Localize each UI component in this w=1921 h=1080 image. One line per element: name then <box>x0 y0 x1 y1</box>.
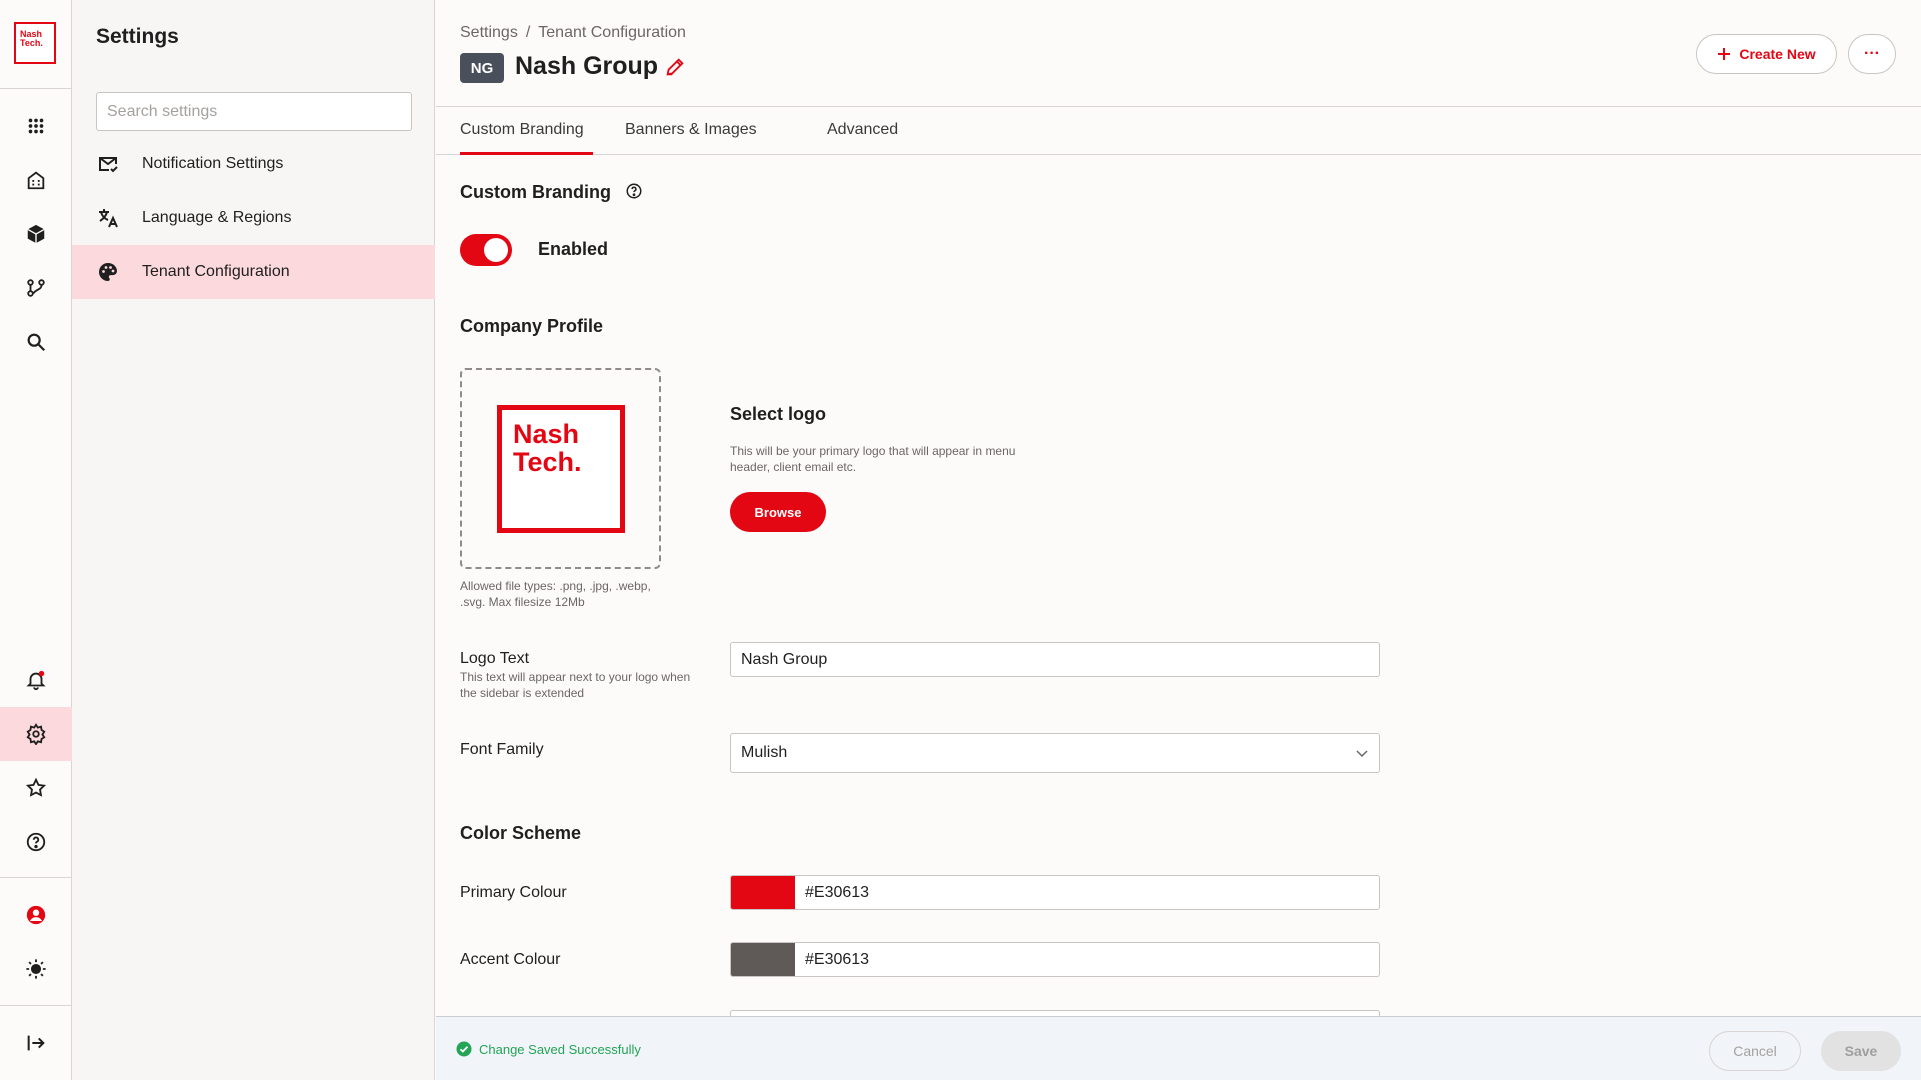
tenant-badge: NG <box>460 53 504 83</box>
building-icon <box>27 171 45 190</box>
icon-rail: Nash Tech. <box>0 0 72 1080</box>
sun-icon <box>26 959 46 979</box>
font-family-label: Font Family <box>460 741 544 758</box>
check-circle-icon <box>456 1041 472 1057</box>
primary-colour-swatch[interactable] <box>731 876 795 909</box>
rail-divider <box>0 1005 72 1006</box>
settings-panel: Settings Notification Settings Language … <box>72 0 435 1080</box>
rail-favourites-button[interactable] <box>0 761 72 815</box>
logo-dropzone[interactable]: Nash Tech. <box>460 368 661 569</box>
custom-branding-toggle[interactable] <box>460 234 512 266</box>
font-family-value: Mulish <box>741 744 788 761</box>
rail-theme-button[interactable] <box>0 942 72 996</box>
save-status-text: Change Saved Successfully <box>479 1041 641 1057</box>
notification-bell-icon <box>26 670 46 691</box>
brand-logo[interactable]: Nash Tech. <box>14 22 56 64</box>
page-title: Nash Group <box>515 52 659 80</box>
help-circle-icon[interactable] <box>625 182 643 200</box>
allowed-file-types: Allowed file types: .png, .jpg, .webp, .… <box>460 579 651 609</box>
mail-icon <box>99 157 118 173</box>
sidebar-item-label: Language & Regions <box>142 209 292 226</box>
create-new-label: Create New <box>1739 46 1816 62</box>
rail-divider <box>0 877 72 878</box>
tab-advanced[interactable]: Advanced <box>827 121 898 139</box>
gear-icon <box>26 723 46 745</box>
logo-text-input[interactable]: Nash Group <box>730 642 1380 677</box>
accent-colour-swatch[interactable] <box>731 943 795 976</box>
tab-banners-images[interactable]: Banners & Images <box>625 121 757 139</box>
create-new-button[interactable]: Create New <box>1696 34 1837 74</box>
accent-colour-input[interactable]: #E30613 <box>730 942 1380 977</box>
save-status: Change Saved Successfully <box>456 1041 641 1057</box>
logo-text-help: This text will appear next to your logo … <box>460 670 691 700</box>
chevron-down-icon <box>1356 750 1368 758</box>
translate-icon <box>99 209 118 228</box>
primary-colour-label: Primary Colour <box>460 884 567 901</box>
rail-products-button[interactable] <box>0 207 72 261</box>
breadcrumb-settings[interactable]: Settings <box>460 24 518 41</box>
plus-icon <box>1718 48 1731 60</box>
settings-panel-title: Settings <box>96 25 179 48</box>
main-content: Settings / Tenant Configuration NG Nash Gr… <box>436 0 1921 1080</box>
user-avatar-icon <box>26 905 46 925</box>
select-logo-description: This will be your primary logo that will… <box>730 444 1016 474</box>
tabs-divider <box>436 154 1921 155</box>
primary-colour-input[interactable]: #E30613 <box>730 875 1380 910</box>
custom-branding-heading: Custom Branding <box>460 182 611 202</box>
rail-notifications-button[interactable] <box>0 653 72 707</box>
breadcrumb-current: Tenant Configuration <box>538 24 686 41</box>
logo-preview-line2: Tech. <box>513 447 582 477</box>
rail-profile-button[interactable] <box>0 888 72 942</box>
edit-pencil-icon[interactable] <box>664 56 686 78</box>
sidebar-item-tenant-configuration[interactable]: Tenant Configuration <box>72 245 435 299</box>
rail-expand-button[interactable] <box>0 1016 72 1070</box>
font-family-select[interactable]: Mulish <box>730 733 1380 773</box>
save-footer: Change Saved Successfully Cancel Save <box>436 1016 1921 1080</box>
rail-settings-button[interactable] <box>0 707 72 761</box>
logo-text-label: Logo Text <box>460 650 530 667</box>
save-button[interactable]: Save <box>1821 1031 1901 1071</box>
help-circle-icon <box>26 832 46 852</box>
sidebar-item-label: Notification Settings <box>142 155 284 172</box>
color-scheme-heading: Color Scheme <box>460 823 582 843</box>
accent-colour-label: Accent Colour <box>460 951 561 968</box>
rail-apps-button[interactable] <box>0 99 72 153</box>
cancel-button[interactable]: Cancel <box>1709 1031 1801 1071</box>
select-logo-heading: Select logo <box>730 404 827 424</box>
grid-icon <box>28 118 44 134</box>
sidebar-item-language-regions[interactable]: Language & Regions <box>72 191 435 245</box>
rail-divider <box>0 88 72 89</box>
brand-logo-line2: Tech. <box>20 38 43 48</box>
logo-preview-line1: Nash <box>513 419 580 449</box>
cube-icon <box>27 224 45 244</box>
search-settings-input[interactable] <box>96 92 412 131</box>
search-icon <box>27 333 46 352</box>
palette-icon <box>99 263 117 281</box>
sidebar-item-notification-settings[interactable]: Notification Settings <box>72 137 435 191</box>
star-icon <box>25 777 47 797</box>
breadcrumb: Settings / Tenant Configuration <box>460 24 686 41</box>
active-tab-indicator <box>460 152 593 155</box>
accent-colour-value: #E30613 <box>805 950 870 968</box>
rail-help-button[interactable] <box>0 815 72 869</box>
company-logo-preview: Nash Tech. <box>497 405 625 533</box>
tab-custom-branding[interactable]: Custom Branding <box>460 121 584 139</box>
more-options-icon: ··· <box>1864 45 1880 62</box>
rail-workflow-button[interactable] <box>0 261 72 315</box>
more-options-button[interactable]: ··· <box>1848 34 1896 74</box>
browse-button[interactable]: Browse <box>730 492 826 532</box>
toggle-knob <box>484 238 508 262</box>
logo-text-value: Nash Group <box>741 650 828 668</box>
rail-search-button[interactable] <box>0 315 72 369</box>
expand-sidebar-icon <box>27 1035 45 1051</box>
workflow-icon <box>27 279 45 297</box>
toggle-label: Enabled <box>538 239 609 259</box>
primary-colour-value: #E30613 <box>805 883 870 901</box>
rail-organisation-button[interactable] <box>0 153 72 207</box>
header-divider <box>436 106 1921 107</box>
company-profile-heading: Company Profile <box>460 316 604 336</box>
sidebar-item-label: Tenant Configuration <box>142 263 290 280</box>
